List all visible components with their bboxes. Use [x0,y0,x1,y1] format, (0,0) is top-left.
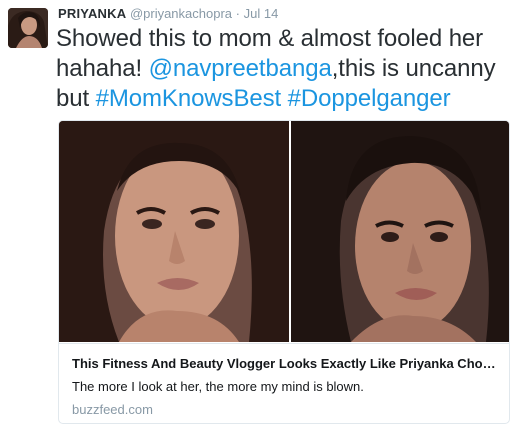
author-name[interactable]: PRIYANKA [58,6,126,21]
author-handle[interactable]: @priyankachopra [130,6,232,21]
card-photos[interactable] [59,121,509,342]
card-title[interactable]: This Fitness And Beauty Vlogger Looks Ex… [72,355,498,373]
hashtag-link-momknowsbest[interactable]: #MomKnowsBest [96,85,282,112]
header-separator: · [235,6,240,21]
card-body[interactable]: This Fitness And Beauty Vlogger Looks Ex… [59,343,509,423]
link-card[interactable]: This Fitness And Beauty Vlogger Looks Ex… [58,120,510,424]
tweet-header: PRIYANKA @priyankachopra · Jul 14 [58,6,278,22]
card-photo-right[interactable] [291,121,509,342]
card-description: The more I look at her, the more my mind… [72,379,364,394]
hashtag-link-doppelganger[interactable]: #Doppelganger [288,85,451,112]
tweet-timestamp[interactable]: Jul 14 [244,6,279,21]
card-domain: buzzfeed.com [72,402,153,417]
tweet-text: Showed this to mom & almost fooled her h… [56,24,516,114]
card-photo-left[interactable] [59,121,289,342]
mention-link[interactable]: @navpreetbanga [149,55,332,82]
author-avatar[interactable] [8,8,48,48]
